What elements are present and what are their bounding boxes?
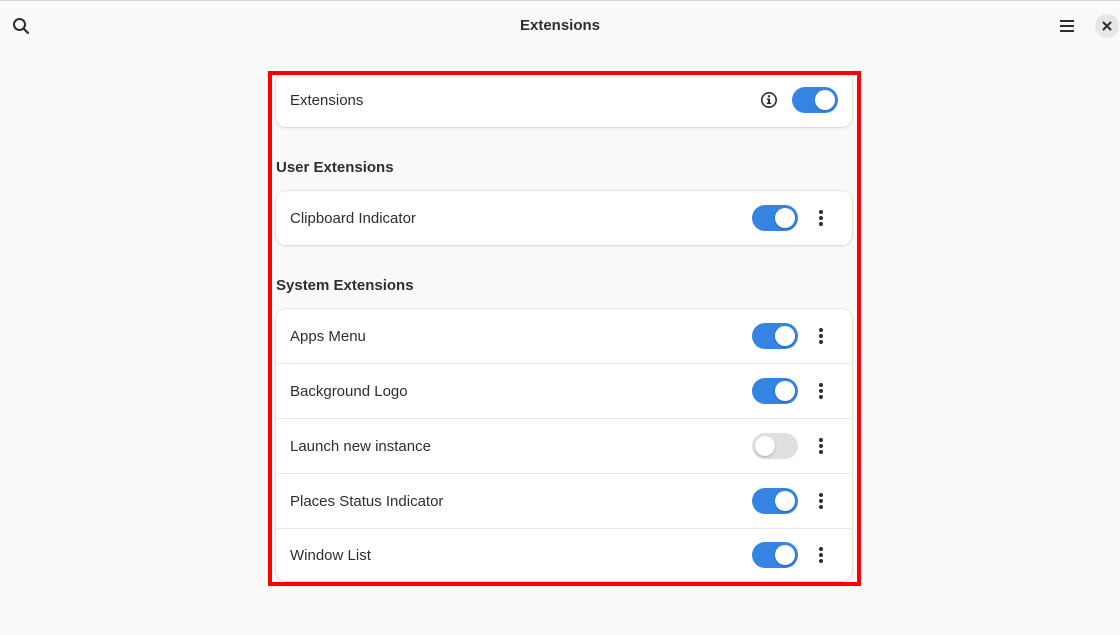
extension-row-places-status-indicator: Places Status Indicator — [276, 474, 852, 529]
vertical-ellipsis-icon — [819, 547, 823, 563]
extension-menu-button[interactable] — [809, 543, 833, 567]
close-icon — [1102, 21, 1112, 31]
switch-knob — [775, 381, 795, 401]
extension-row-apps-menu: Apps Menu — [276, 309, 852, 364]
extension-label: Places Status Indicator — [290, 492, 444, 510]
master-switch-card: Extensions — [276, 73, 852, 127]
vertical-ellipsis-icon — [819, 328, 823, 344]
switch-knob — [775, 545, 795, 565]
switch-knob — [775, 491, 795, 511]
info-icon — [761, 92, 777, 108]
info-button[interactable] — [758, 89, 780, 111]
vertical-ellipsis-icon — [819, 438, 823, 454]
user-extensions-title: User Extensions — [276, 159, 394, 176]
switch-knob — [775, 326, 795, 346]
extension-switch[interactable] — [752, 433, 798, 459]
system-extensions-title: System Extensions — [276, 277, 414, 294]
extension-label: Background Logo — [290, 382, 408, 400]
close-button[interactable] — [1095, 14, 1119, 38]
vertical-ellipsis-icon — [819, 383, 823, 399]
master-switch-row: Extensions — [276, 73, 852, 127]
switch-knob — [815, 90, 835, 110]
user-extensions-list: Clipboard Indicator — [276, 191, 852, 245]
main-menu-button[interactable] — [1052, 11, 1082, 41]
switch-knob — [775, 208, 795, 228]
switch-knob — [755, 436, 775, 456]
extension-switch[interactable] — [752, 542, 798, 568]
extensions-master-switch[interactable] — [792, 87, 838, 113]
extension-menu-button[interactable] — [809, 379, 833, 403]
extension-switch[interactable] — [752, 323, 798, 349]
extension-menu-button[interactable] — [809, 434, 833, 458]
hamburger-menu-icon — [1060, 20, 1074, 32]
extensions-window: Extensions Extensions User Extensions Cl… — [0, 0, 1120, 635]
system-extensions-list: Apps Menu Background Logo Launch new ins… — [276, 309, 852, 581]
extension-row-background-logo: Background Logo — [276, 364, 852, 419]
extension-label: Window List — [290, 546, 371, 564]
vertical-ellipsis-icon — [819, 210, 823, 226]
extension-row-window-list: Window List — [276, 529, 852, 581]
vertical-ellipsis-icon — [819, 493, 823, 509]
extension-switch[interactable] — [752, 488, 798, 514]
header-bar: Extensions — [0, 1, 1120, 49]
extension-row-clipboard-indicator: Clipboard Indicator — [276, 191, 852, 245]
extension-menu-button[interactable] — [809, 489, 833, 513]
extension-switch[interactable] — [752, 378, 798, 404]
window-title: Extensions — [519, 17, 601, 34]
extension-menu-button[interactable] — [809, 206, 833, 230]
extension-label: Clipboard Indicator — [290, 209, 416, 227]
extension-menu-button[interactable] — [809, 324, 833, 348]
extension-switch[interactable] — [752, 205, 798, 231]
extension-label: Launch new instance — [290, 437, 431, 455]
extension-label: Apps Menu — [290, 327, 366, 345]
extension-row-launch-new-instance: Launch new instance — [276, 419, 852, 474]
master-switch-label: Extensions — [290, 91, 364, 109]
